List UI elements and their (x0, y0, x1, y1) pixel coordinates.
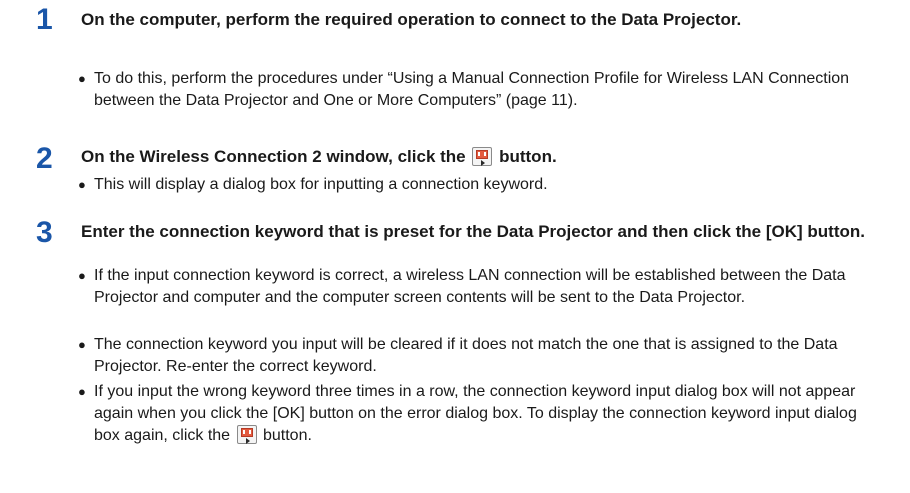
bullet-text: If you input the wrong keyword three tim… (94, 383, 857, 444)
wireless-projection-icon (236, 425, 257, 444)
bullet-text: If the input connection keyword is corre… (94, 267, 846, 306)
step-title: Enter the connection keyword that is pre… (81, 222, 865, 241)
bullet-dot-icon: ● (78, 268, 86, 283)
step-title-after: button. (499, 147, 557, 166)
step-number: 3 (36, 216, 53, 249)
step-title: On the computer, perform the required op… (81, 10, 742, 29)
bullet-dot-icon: ● (78, 384, 86, 399)
bullet-text: This will display a dialog box for input… (94, 176, 548, 193)
list-item: ● This will display a dialog box for inp… (78, 174, 884, 196)
bullet-dot-icon: ● (78, 71, 86, 86)
step-number: 1 (36, 3, 53, 36)
bullet-dot-icon: ● (78, 177, 86, 192)
wireless-projection-icon (472, 147, 493, 166)
bullet-dot-icon: ● (78, 337, 86, 352)
list-item: ● If the input connection keyword is cor… (78, 265, 884, 309)
step-number: 2 (36, 142, 53, 175)
list-item: ● To do this, perform the procedures und… (78, 68, 884, 112)
list-item: ● The connection keyword you input will … (78, 334, 884, 378)
bullet-text: The connection keyword you input will be… (94, 336, 838, 375)
step-title-before: On the Wireless Connection 2 window, cli… (81, 147, 466, 166)
bullet-text: To do this, perform the procedures under… (94, 70, 850, 109)
list-item: ● If you input the wrong keyword three t… (78, 381, 884, 447)
step-title: On the Wireless Connection 2 window, cli… (81, 146, 881, 167)
bullet-text-after: button. (262, 427, 312, 444)
